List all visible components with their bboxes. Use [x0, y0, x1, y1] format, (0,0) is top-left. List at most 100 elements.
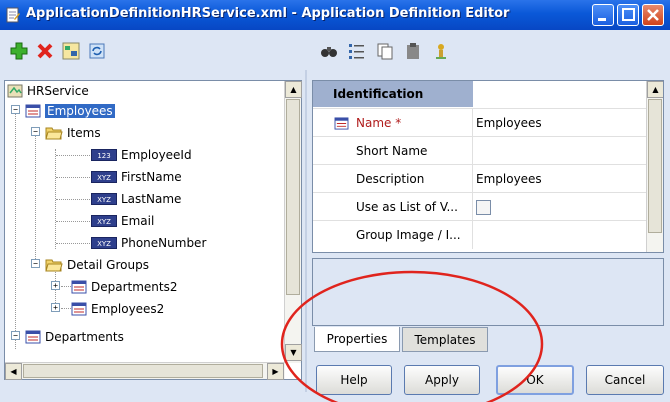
- property-name: Short Name: [313, 137, 473, 165]
- property-row[interactable]: Use as List of V...: [313, 193, 647, 221]
- scroll-thumb[interactable]: [286, 99, 300, 295]
- scroll-up-button[interactable]: ▲: [285, 81, 302, 98]
- use-as-list-checkbox[interactable]: [476, 200, 491, 215]
- tree-label: FirstName: [121, 170, 182, 184]
- tree-node-departments[interactable]: Departments: [25, 327, 124, 347]
- tree-line: [56, 199, 90, 200]
- tree-label: EmployeeId: [121, 148, 192, 162]
- property-name: Group Image / I...: [313, 221, 473, 249]
- svg-text:XYZ: XYZ: [97, 174, 111, 182]
- property-name: Name *: [313, 109, 473, 137]
- window-title: ApplicationDefinitionHRService.xml - App…: [26, 6, 510, 21]
- text-field-icon: XYZ: [91, 193, 117, 205]
- tree-node-employees[interactable]: Employees: [25, 101, 115, 121]
- table-icon: [25, 104, 41, 118]
- help-icon[interactable]: [432, 42, 450, 60]
- tree-line: [61, 286, 71, 287]
- property-name: Use as List of V...: [313, 193, 473, 221]
- tree-line: [56, 243, 90, 244]
- tree-label: Departments: [45, 330, 124, 344]
- svg-text:XYZ: XYZ: [97, 218, 111, 226]
- svg-text:XYZ: XYZ: [97, 196, 111, 204]
- tree-node-hrservice[interactable]: HRService: [7, 81, 89, 101]
- delete-icon[interactable]: [36, 42, 54, 60]
- tree-node-items[interactable]: Items: [45, 123, 101, 143]
- editor-client-area: HRService − Employees − Items 123 Employ…: [0, 30, 670, 402]
- scroll-thumb[interactable]: [23, 364, 263, 378]
- scroll-left-button[interactable]: ◀: [5, 363, 22, 380]
- property-grid-scrollbar[interactable]: ▲: [646, 81, 663, 252]
- refresh-icon[interactable]: [88, 42, 106, 60]
- tree-horizontal-scrollbar[interactable]: ◀ ▶: [5, 362, 285, 380]
- table-icon: [25, 330, 41, 344]
- property-row[interactable]: Name * Employees: [313, 109, 647, 137]
- tree-line: [56, 155, 90, 156]
- property-value[interactable]: Employees: [474, 109, 646, 137]
- tree-label: Detail Groups: [67, 258, 149, 272]
- collapse-toggle[interactable]: −: [31, 259, 40, 268]
- copy-icon[interactable]: [376, 42, 394, 60]
- binoculars-icon[interactable]: [320, 42, 338, 60]
- cancel-button[interactable]: Cancel: [586, 365, 664, 395]
- scroll-thumb[interactable]: [648, 99, 662, 233]
- property-row[interactable]: Description Employees: [313, 165, 647, 193]
- minimize-button[interactable]: [592, 4, 614, 26]
- collapse-toggle[interactable]: −: [31, 127, 40, 136]
- tree-line: [56, 177, 90, 178]
- minimize-icon: [598, 18, 606, 21]
- tree-label: HRService: [27, 84, 89, 98]
- collapse-toggle[interactable]: −: [11, 105, 20, 114]
- expand-toggle[interactable]: +: [51, 303, 60, 312]
- expand-toggle[interactable]: +: [51, 281, 60, 290]
- tree-node-field[interactable]: XYZ PhoneNumber: [91, 233, 206, 253]
- tree-node-field[interactable]: 123 EmployeeId: [91, 145, 192, 165]
- button-label: Cancel: [604, 373, 646, 387]
- property-value[interactable]: [474, 137, 646, 165]
- property-row[interactable]: Group Image / I...: [313, 221, 647, 252]
- numeric-field-icon: 123: [91, 149, 117, 161]
- tree-node-field[interactable]: XYZ Email: [91, 211, 154, 231]
- document-edit-icon: [6, 7, 20, 23]
- tree-edit-icon[interactable]: [62, 42, 80, 60]
- tree-label: Employees: [45, 104, 115, 118]
- category-row[interactable]: − Identification: [313, 81, 647, 109]
- maximize-button[interactable]: [617, 4, 639, 26]
- maximize-icon: [622, 8, 635, 21]
- tree-label: Employees2: [91, 302, 165, 316]
- category-label: Identification: [313, 81, 473, 107]
- tree-label: Email: [121, 214, 155, 228]
- application-tree: HRService − Employees − Items 123 Employ…: [4, 80, 302, 380]
- tree-line: [56, 221, 90, 222]
- categorized-icon[interactable]: [348, 42, 366, 60]
- expand-toggle[interactable]: −: [11, 331, 20, 340]
- tree-node-detail-groups[interactable]: Detail Groups: [45, 255, 149, 275]
- tree-label: LastName: [121, 192, 182, 206]
- property-grid: − Identification Name * Employees Short …: [312, 80, 664, 253]
- scroll-up-button[interactable]: ▲: [647, 81, 663, 98]
- tree-line: [15, 109, 16, 349]
- tree-node-field[interactable]: XYZ FirstName: [91, 167, 182, 187]
- tree-line: [61, 308, 71, 309]
- tree-node-group[interactable]: Departments2: [71, 277, 178, 297]
- property-row[interactable]: Short Name: [313, 137, 647, 165]
- table-icon: [71, 302, 87, 316]
- service-icon: [7, 84, 23, 98]
- property-value[interactable]: [474, 193, 646, 221]
- tree-label: Departments2: [91, 280, 178, 294]
- tree-node-group[interactable]: Employees2: [71, 299, 164, 319]
- close-button[interactable]: [642, 4, 664, 26]
- close-icon: [647, 9, 659, 21]
- title-bar: ApplicationDefinitionHRService.xml - App…: [0, 0, 670, 30]
- table-icon: [71, 280, 87, 294]
- paste-icon[interactable]: [404, 42, 422, 60]
- tree-label: Items: [67, 126, 101, 140]
- tree-label: PhoneNumber: [121, 236, 207, 250]
- text-field-icon: XYZ: [91, 237, 117, 249]
- property-value[interactable]: [474, 221, 646, 249]
- tree-viewport: HRService − Employees − Items 123 Employ…: [5, 81, 285, 363]
- property-value[interactable]: Employees: [474, 165, 646, 193]
- tree-node-field[interactable]: XYZ LastName: [91, 189, 181, 209]
- annotation-oval: [280, 270, 544, 402]
- add-icon[interactable]: [10, 42, 28, 60]
- property-name: Description: [313, 165, 473, 193]
